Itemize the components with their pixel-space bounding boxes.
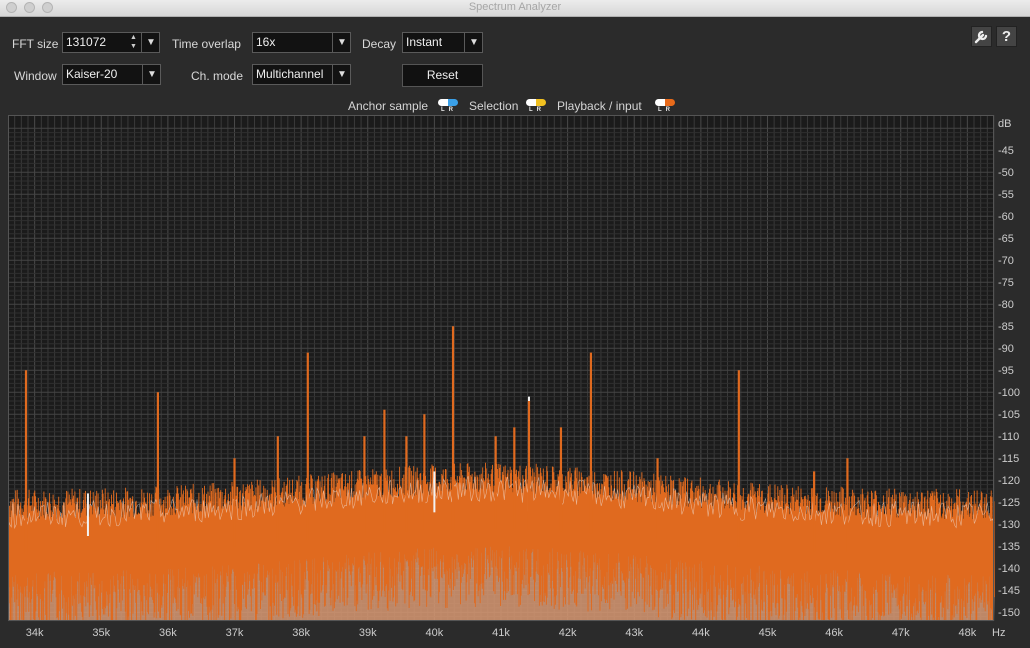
fft-size-field[interactable]: 131072 ▲ ▼ ▼ — [62, 32, 160, 53]
x-tick-label: 43k — [625, 627, 643, 639]
window-value: Kaiser-20 — [66, 67, 118, 81]
x-tick-label: 35k — [92, 627, 110, 639]
time-overlap-label: Time overlap — [172, 37, 241, 51]
help-button[interactable]: ? — [996, 26, 1017, 47]
fft-size-value: 131072 — [66, 35, 107, 49]
y-tick-label: -45 — [998, 145, 1014, 157]
x-tick-label: 47k — [892, 627, 910, 639]
x-unit-label: Hz — [992, 627, 1005, 639]
chevron-down-icon[interactable]: ▼ — [332, 33, 351, 52]
window-select[interactable]: Kaiser-20 ▼ — [62, 64, 161, 85]
spectrum-plot[interactable]: dB -45 -50 -55 -60 -65 -70 -75 -80 -85 -90 -95 -100 -… — [8, 115, 1020, 639]
y-tick-label: -115 — [998, 453, 1019, 465]
legend-label: Anchor sample — [348, 99, 429, 113]
y-tick-label: -55 — [998, 189, 1014, 201]
x-tick-label: 44k — [692, 627, 710, 639]
x-tick-label: 34k — [26, 627, 44, 639]
time-overlap-value: 16x — [256, 35, 276, 49]
y-tick-label: -60 — [998, 211, 1014, 223]
ch-mode-value: Multichannel — [256, 67, 324, 81]
decay-value: Instant — [406, 35, 443, 49]
y-tick-label: -135 — [998, 541, 1020, 553]
y-tick-label: -120 — [998, 475, 1020, 487]
y-tick-label: -80 — [998, 299, 1014, 311]
y-tick-label: -145 — [998, 585, 1020, 597]
legend-anchor-sample: Anchor sample — [348, 99, 428, 113]
y-tick-label: -75 — [998, 277, 1014, 289]
fft-size-stepper-icon[interactable]: ▲ ▼ — [127, 33, 140, 52]
lr-letters: LR — [441, 107, 457, 113]
y-tick-label: -125 — [998, 497, 1020, 509]
reset-button[interactable]: Reset — [402, 64, 483, 87]
window-titlebar: Spectrum Analyzer — [0, 0, 1030, 17]
decay-select[interactable]: Instant ▼ — [402, 32, 483, 53]
x-tick-label: 38k — [292, 627, 310, 639]
x-tick-label: 37k — [226, 627, 244, 639]
help-icon: ? — [1001, 28, 1012, 45]
legend-label: Playback / input — [557, 99, 642, 113]
lr-letters: LR — [529, 107, 545, 113]
time-overlap-select[interactable]: 16x ▼ — [252, 32, 351, 53]
y-tick-label: -85 — [998, 321, 1014, 333]
window-title: Spectrum Analyzer — [468, 1, 562, 13]
lr-letters: LR — [658, 107, 674, 113]
anchor-sample-channel-icon — [438, 99, 458, 106]
chevron-down-icon[interactable]: ▼ — [464, 33, 483, 52]
y-tick-label: -105 — [998, 409, 1020, 421]
fft-size-label: FFT size — [12, 37, 59, 51]
legend-selection: Selection — [469, 99, 518, 113]
spectrum-chart[interactable]: dB -45 -50 -55 -60 -65 -70 -75 -80 -85 -90 -95 -100 -… — [8, 115, 1030, 648]
x-tick-label: 48k — [958, 627, 976, 639]
x-tick-label: 40k — [426, 627, 444, 639]
x-tick-label: 42k — [559, 627, 577, 639]
chevron-down-icon[interactable]: ▼ — [332, 65, 351, 84]
window-label: Window — [14, 69, 57, 83]
y-tick-label: -90 — [998, 343, 1014, 355]
x-tick-label: 45k — [759, 627, 777, 639]
wrench-icon — [974, 30, 988, 44]
y-tick-label: -150 — [998, 607, 1020, 619]
y-tick-label: -110 — [998, 431, 1019, 443]
y-tick-label: -130 — [998, 519, 1020, 531]
y-unit-label: dB — [998, 118, 1011, 130]
ch-mode-select[interactable]: Multichannel ▼ — [252, 64, 351, 85]
chevron-down-icon[interactable]: ▼ — [141, 33, 160, 52]
x-tick-label: 36k — [159, 627, 177, 639]
y-tick-label: -65 — [998, 233, 1014, 245]
x-tick-label: 39k — [359, 627, 377, 639]
y-tick-label: -50 — [998, 167, 1014, 179]
settings-button[interactable] — [971, 26, 992, 47]
ch-mode-label: Ch. mode — [191, 69, 244, 83]
chevron-down-icon[interactable]: ▼ — [142, 65, 161, 84]
y-tick-label: -70 — [998, 255, 1014, 267]
decay-label: Decay — [362, 37, 397, 51]
legend-playback-input: Playback / input — [557, 99, 642, 113]
y-tick-label: -100 — [998, 387, 1020, 399]
y-tick-label: -140 — [998, 563, 1020, 575]
legend-label: Selection — [469, 99, 519, 113]
x-tick-label: 41k — [492, 627, 510, 639]
y-tick-label: -95 — [998, 365, 1014, 377]
playback-channel-icon — [655, 99, 675, 106]
selection-channel-icon — [526, 99, 546, 106]
x-tick-label: 46k — [825, 627, 843, 639]
